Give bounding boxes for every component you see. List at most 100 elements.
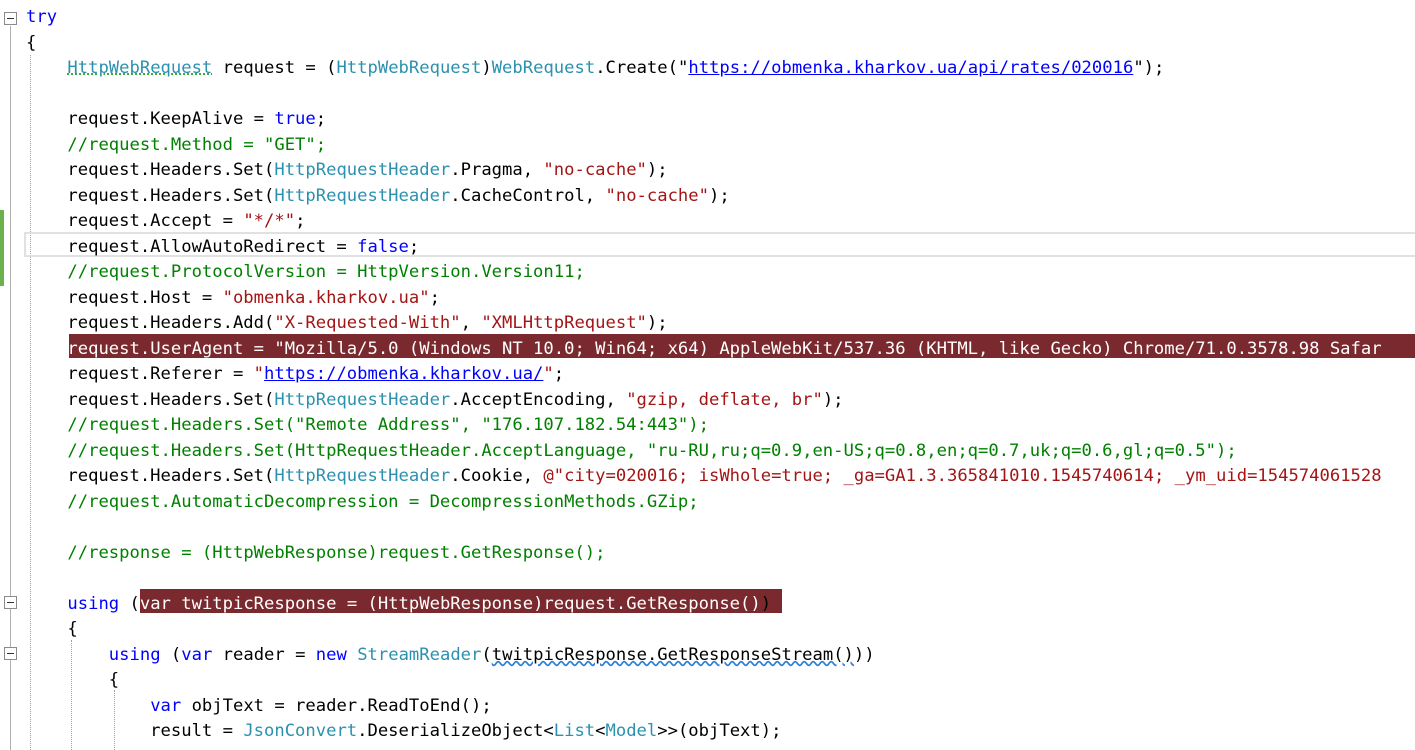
code-line-29[interactable]: result = JsonConvert.DeserializeObject<L… [26,719,781,745]
code-token: HttpRequestHeader [274,466,451,486]
code-line-3[interactable]: HttpWebRequest request = (HttpWebRequest… [26,56,1164,82]
editor-margin [0,0,26,750]
code-token: request.KeepAlive = [26,109,275,129]
code-line-8[interactable]: request.Headers.Set(HttpRequestHeader.Ca… [26,184,729,210]
fold-guide-line [10,26,11,750]
code-token: var twitpicResponse = (HttpWebResponse)r… [139,593,761,614]
code-token: ); [822,389,844,410]
code-token: try [26,7,58,27]
code-token: true [274,109,316,129]
code-token: //request.ProtocolVersion = HttpVersion.… [67,262,585,282]
code-token: request.Headers.Set( [26,389,275,410]
code-token: new [315,644,347,665]
code-token: "gzip, deflate, br" [626,389,823,410]
collapse-using-response-icon[interactable] [4,596,17,609]
code-line-22[interactable]: //response = (HttpWebResponse)request.Ge… [26,541,605,567]
code-line-27[interactable]: { [26,668,119,694]
code-token: //request.Headers.Set("Remote Address", … [67,415,709,435]
code-token: { [26,670,120,690]
code-token: ) [481,58,492,78]
code-line-9[interactable]: request.Accept = "*/*"; [26,209,305,235]
code-line-25[interactable]: { [26,617,78,643]
code-token: "no-cache" [605,185,709,206]
code-line-14[interactable]: request.UserAgent = "Mozilla/5.0 (Window… [26,337,1381,363]
code-line-26[interactable]: using (var reader = new StreamReader(twi… [26,643,875,669]
code-token: ); [646,313,668,333]
code-token: result = [26,721,244,741]
code-token: ); [646,160,668,180]
code-line-11[interactable]: //request.ProtocolVersion = HttpVersion.… [26,260,585,286]
code-token: objText = reader.ReadToEnd(); [181,695,492,716]
code-token: .DeserializeObject< [357,721,554,741]
code-token: >>(objText); [657,721,782,741]
code-line-24[interactable]: using (var twitpicResponse = (HttpWebRes… [26,592,771,618]
code-token: false [357,236,409,257]
change-indicator-bar [0,210,4,286]
code-token: " [543,364,554,384]
code-line-6[interactable]: //request.Method = "GET"; [26,133,326,159]
code-token: request.Referer = [26,364,254,384]
code-token: WebRequest [491,58,596,78]
code-line-13[interactable]: request.Headers.Add("X-Requested-With", … [26,311,668,337]
code-token: StreamReader [357,644,482,665]
code-token: request.Host = [26,287,223,308]
code-token: ( [160,644,182,665]
code-line-18[interactable]: //request.Headers.Set(HttpRequestHeader.… [26,439,1237,465]
code-token: reader = [212,644,316,665]
code-token: ; [553,364,565,384]
code-token: ; [295,211,306,231]
code-token: ; [408,236,420,257]
code-token: HttpWebRequest [67,58,213,78]
code-line-28[interactable]: var objText = reader.ReadToEnd(); [26,694,492,720]
code-token: //request.AutomaticDecompression = Decom… [67,491,699,512]
code-token: "XMLHttpRequest" [481,313,647,333]
code-token: @"city=020016; isWhole=true; _ga=GA1.3.3… [543,466,1382,486]
code-line-2[interactable]: { [26,31,36,57]
collapse-try-icon[interactable] [4,12,17,25]
code-token: < [595,721,606,741]
collapse-using-reader-icon[interactable] [4,647,17,660]
code-token: "obmenka.kharkov.ua" [222,287,430,308]
code-editor[interactable]: try { HttpWebRequest request = (HttpWebRe… [0,0,1415,750]
code-token: { [26,619,78,639]
code-token: { [26,32,37,53]
code-token: Model [605,721,658,741]
code-token: ; [429,287,440,308]
code-line-17[interactable]: //request.Headers.Set("Remote Address", … [26,413,709,439]
code-token: "no-cache" [543,160,647,180]
code-line-12[interactable]: request.Host = "obmenka.kharkov.ua"; [26,286,440,312]
code-token: using [67,593,120,614]
code-line-19[interactable]: request.Headers.Set(HttpRequestHeader.Co… [26,464,1382,490]
code-token: //request.Headers.Set(HttpRequestHeader.… [67,440,1237,461]
code-line-15[interactable]: request.Referer = "https://obmenka.khark… [26,362,564,388]
code-line-20[interactable]: //request.AutomaticDecompression = Decom… [26,490,699,516]
code-token: var [150,695,182,716]
code-token: ( [481,644,492,665]
code-token: twitpicResponse.GetResponseStream() [491,644,854,665]
code-token: request.Headers.Set( [26,185,275,206]
code-token: HttpRequestHeader [274,160,451,180]
code-token: .Create( [595,58,678,78]
code-line-7[interactable]: request.Headers.Set(HttpRequestHeader.Pr… [26,158,668,184]
code-line-10[interactable]: request.AllowAutoRedirect = false; [26,235,419,261]
code-line-1[interactable]: try [26,5,57,31]
code-token: " [677,58,689,78]
code-token: .Cookie, [450,466,544,486]
code-line-16[interactable]: request.Headers.Set(HttpRequestHeader.Ac… [26,388,844,414]
code-line-5[interactable]: request.KeepAlive = true; [26,107,326,133]
code-token: var [181,644,213,665]
code-token: ( [119,593,140,614]
code-token: , [460,313,482,333]
code-token: "); [1133,58,1165,78]
code-token: List [553,721,596,741]
